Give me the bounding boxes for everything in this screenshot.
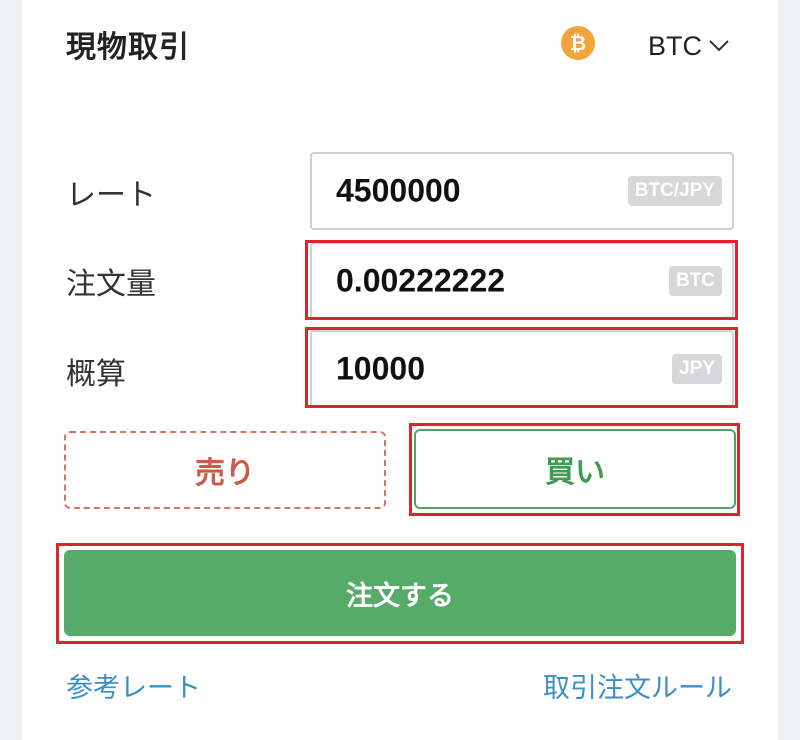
estimate-value: 10000 [336,350,425,387]
reference-rate-link[interactable]: 参考レート [66,666,201,705]
page-title: 現物取引 [66,30,190,65]
estimate-unit-badge: JPY [672,354,722,384]
estimate-input[interactable]: 10000 JPY [310,330,734,408]
bitcoin-icon: ₿ [561,26,595,60]
chevron-down-icon [709,40,729,52]
trading-rules-link[interactable]: 取引注文ルール [543,666,732,705]
currency-select[interactable]: BTC [648,30,730,62]
order-button[interactable]: 注文する [64,550,736,636]
sell-button[interactable]: 売り [64,431,386,509]
rate-label: レート [66,178,156,213]
order-label: 注文する [346,580,454,612]
buy-label: 買い [545,455,605,490]
amount-label: 注文量 [66,267,156,302]
amount-unit-badge: BTC [668,266,722,296]
currency-label: BTC [648,30,702,61]
estimate-label: 概算 [66,357,126,392]
sell-label: 売り [195,456,255,491]
rate-unit-badge: BTC/JPY [627,176,722,206]
rate-input[interactable]: 4500000 BTC/JPY [310,152,734,230]
amount-input[interactable]: 0.00222222 BTC [310,242,734,320]
rate-value: 4500000 [336,172,461,209]
buy-button[interactable]: 買い [414,429,736,509]
amount-value: 0.00222222 [336,262,506,299]
